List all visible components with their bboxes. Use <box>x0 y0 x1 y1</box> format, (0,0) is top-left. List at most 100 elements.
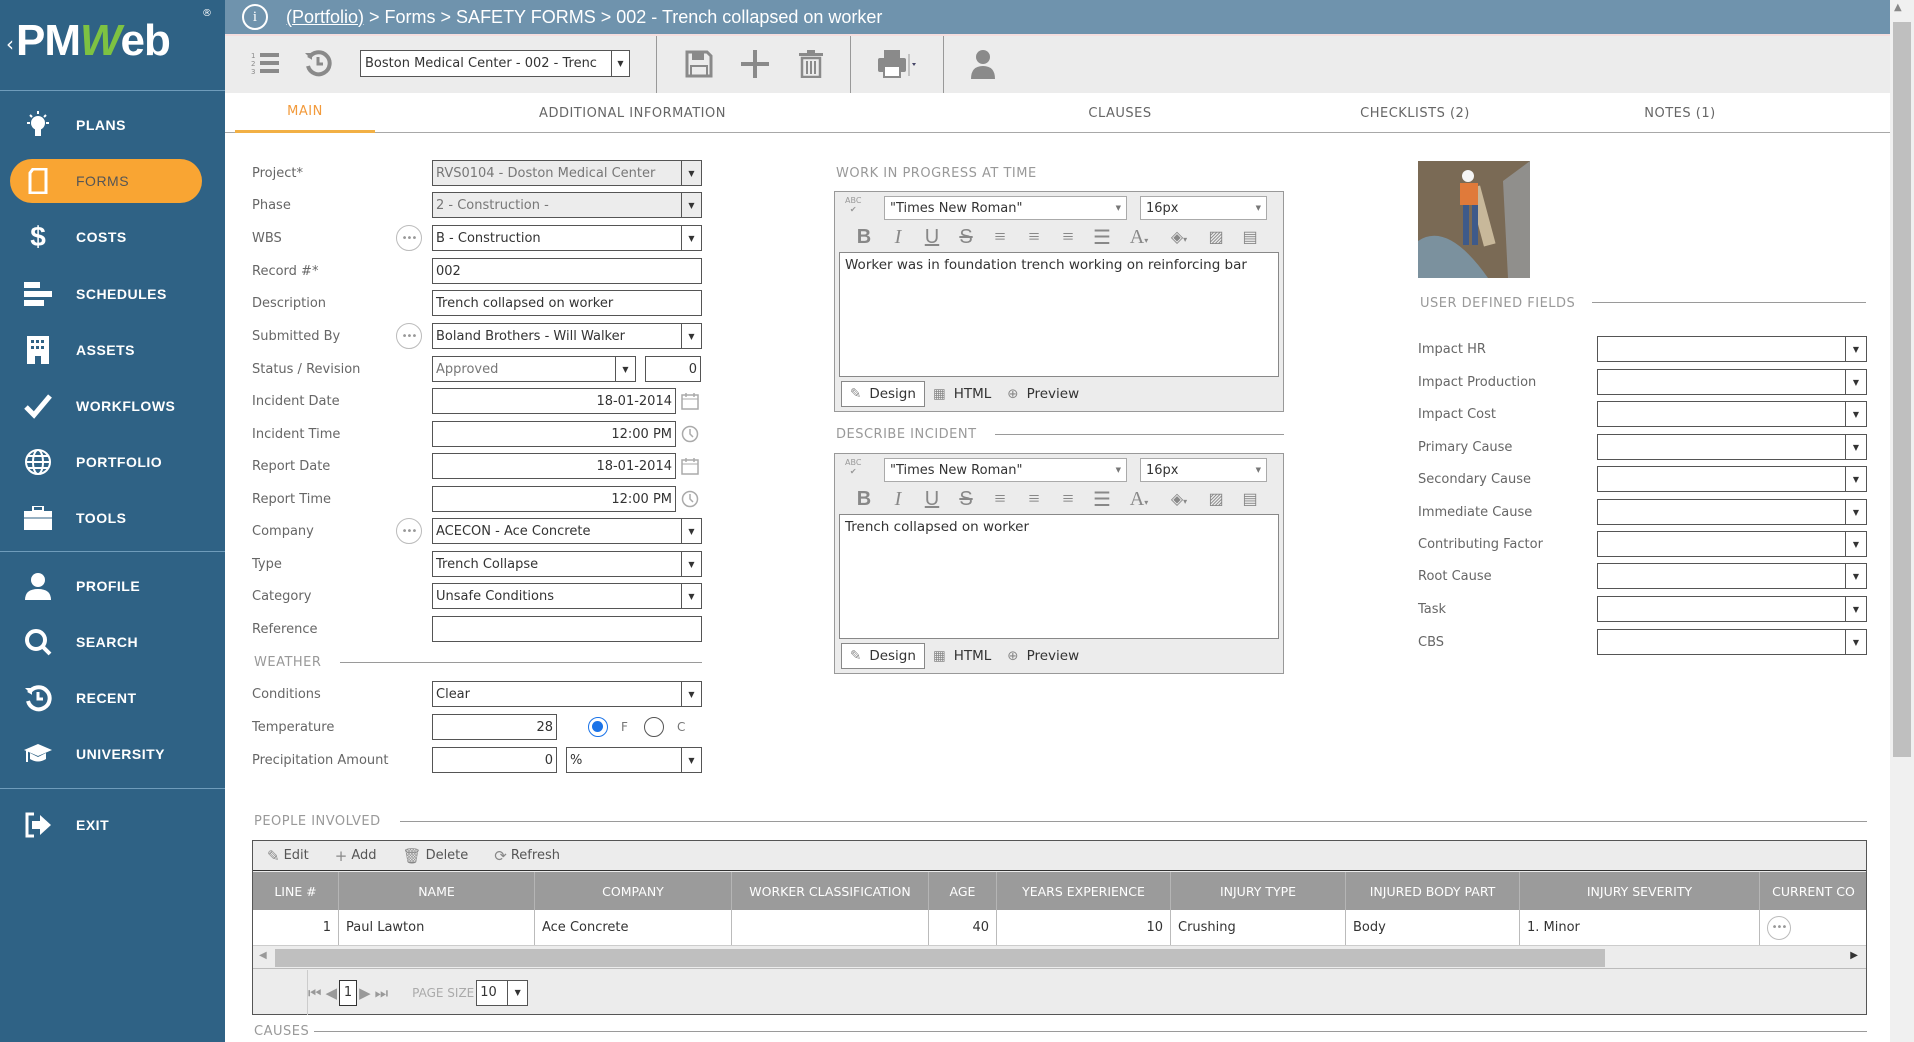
work-in-progress-content[interactable]: Worker was in foundation trench working … <box>839 252 1279 377</box>
chevron-down-icon[interactable]: ▼ <box>1845 402 1866 426</box>
chevron-down-icon[interactable]: ▼ <box>1845 564 1866 588</box>
chevron-down-icon[interactable]: ▼ <box>681 324 701 348</box>
sidebar-item-recent[interactable]: RECENT <box>10 676 202 720</box>
column-header[interactable]: INJURY SEVERITY <box>1520 872 1760 910</box>
record-number-input[interactable]: 002 <box>432 258 702 284</box>
incident-date-input[interactable]: 18-01-2014 <box>432 388 676 414</box>
html-mode-button[interactable]: ▦ HTML <box>925 381 999 407</box>
fill-color-icon[interactable]: ◈▾ <box>1159 489 1199 509</box>
align-right-icon[interactable]: ≡ <box>1051 488 1085 511</box>
scroll-up-icon[interactable]: ▲ <box>1894 2 1902 13</box>
align-left-icon[interactable]: ≡ <box>983 488 1017 511</box>
refresh-button[interactable]: ⟳ Refresh <box>494 847 560 865</box>
fill-color-icon[interactable]: ◈▾ <box>1159 227 1199 247</box>
bold-icon[interactable]: B <box>847 226 881 249</box>
udf-select[interactable]: ▼ <box>1597 336 1867 362</box>
column-header[interactable]: COMPANY <box>535 872 732 910</box>
sidebar-item-exit[interactable]: EXIT <box>10 803 202 847</box>
underline-icon[interactable]: U <box>915 488 949 511</box>
submitted-by-lookup-button[interactable]: ••• <box>396 323 422 349</box>
design-mode-button[interactable]: ✎ Design <box>841 381 925 407</box>
tab-checklists[interactable]: CHECKLISTS (2) <box>1325 93 1505 133</box>
strikethrough-icon[interactable]: S <box>949 226 983 249</box>
pmweb-logo[interactable]: ‹ PMWeb ® <box>6 8 216 78</box>
column-header[interactable]: AGE <box>929 872 997 910</box>
chevron-down-icon[interactable]: ▼ <box>681 682 701 706</box>
udf-select[interactable]: ▼ <box>1597 499 1867 525</box>
temperature-input[interactable]: 28 <box>432 714 557 740</box>
sidebar-item-plans[interactable]: PLANS <box>10 103 202 147</box>
horizontal-scrollbar[interactable]: ◀ ▶ <box>253 947 1866 969</box>
revision-input[interactable]: 0 <box>645 356 701 382</box>
chevron-down-icon[interactable]: ▼ <box>507 980 527 1005</box>
calendar-icon[interactable] <box>680 391 700 411</box>
align-left-icon[interactable]: ≡ <box>983 226 1017 249</box>
chevron-down-icon[interactable]: ▼ <box>681 519 701 543</box>
tab-additional-information[interactable]: ADDITIONAL INFORMATION <box>495 93 770 133</box>
chevron-down-icon[interactable]: ▼ <box>1845 467 1866 491</box>
udf-select[interactable]: ▼ <box>1597 563 1867 589</box>
sidebar-item-costs[interactable]: $ COSTS <box>10 215 202 259</box>
company-lookup-button[interactable]: ••• <box>396 518 422 544</box>
column-header[interactable]: YEARS EXPERIENCE <box>997 872 1171 910</box>
html-mode-button[interactable]: ▦ HTML <box>925 643 999 669</box>
info-icon[interactable]: i <box>242 4 268 30</box>
more-options-button[interactable]: ••• <box>1767 915 1791 940</box>
record-select[interactable]: Boston Medical Center - 002 - Trenc ▼ <box>360 50 630 77</box>
font-size-select[interactable]: 16px ▼ <box>1140 458 1267 482</box>
vertical-scrollbar[interactable]: ▲ <box>1890 0 1914 1042</box>
company-select[interactable]: ACECON - Ace Concrete ▼ <box>432 518 702 544</box>
udf-select[interactable]: ▼ <box>1597 401 1867 427</box>
font-family-select[interactable]: "Times New Roman" ▼ <box>884 196 1127 220</box>
project-select[interactable]: RVS0104 - Doston Medical Center ▼ <box>432 160 702 186</box>
insert-table-icon[interactable]: ▤ <box>1233 489 1267 509</box>
udf-select[interactable]: ▼ <box>1597 434 1867 460</box>
delete-icon[interactable] <box>795 48 827 80</box>
report-date-input[interactable]: 18-01-2014 <box>432 453 676 479</box>
sidebar-item-profile[interactable]: PROFILE <box>10 564 202 608</box>
italic-icon[interactable]: I <box>881 226 915 249</box>
sidebar-item-search[interactable]: SEARCH <box>10 620 202 664</box>
sidebar-item-tools[interactable]: TOOLS <box>10 496 202 540</box>
phase-select[interactable]: 2 - Construction - ▼ <box>432 192 702 218</box>
incident-time-input[interactable]: 12:00 PM <box>432 421 676 447</box>
scrollbar-thumb[interactable] <box>1893 22 1911 757</box>
chevron-down-icon[interactable]: ▼ <box>1845 532 1866 556</box>
italic-icon[interactable]: I <box>881 488 915 511</box>
font-family-select[interactable]: "Times New Roman" ▼ <box>884 458 1127 482</box>
chevron-down-icon[interactable]: ▼ <box>611 51 629 76</box>
type-select[interactable]: Trench Collapse ▼ <box>432 551 702 577</box>
add-button[interactable]: + Add <box>335 847 377 865</box>
next-page-icon[interactable]: ▶ <box>359 984 371 1002</box>
chevron-down-icon[interactable]: ▼ <box>1845 435 1866 459</box>
spellcheck-icon[interactable]: ABC ✔ <box>845 196 861 214</box>
sidebar-item-assets[interactable]: ASSETS <box>10 328 202 372</box>
add-icon[interactable] <box>739 48 771 80</box>
column-header[interactable]: LINE # <box>253 872 339 910</box>
clock-icon[interactable] <box>680 489 700 509</box>
chevron-down-icon[interactable]: ▼ <box>681 161 701 185</box>
column-header[interactable]: INJURY TYPE <box>1171 872 1346 910</box>
breadcrumb-portfolio-link[interactable]: (Portfolio) <box>286 7 364 27</box>
numbered-list-icon[interactable]: 123 <box>250 48 280 78</box>
sidebar-item-university[interactable]: UNIVERSITY <box>10 732 202 776</box>
wbs-lookup-button[interactable]: ••• <box>396 225 422 251</box>
description-input[interactable]: Trench collapsed on worker <box>432 290 702 316</box>
describe-incident-content[interactable]: Trench collapsed on worker <box>839 514 1279 639</box>
sidebar-item-forms[interactable]: FORMS <box>10 159 202 203</box>
precipitation-unit-select[interactable]: % ▼ <box>566 747 702 773</box>
scroll-right-icon[interactable]: ▶ <box>1850 950 1858 961</box>
column-header[interactable]: CURRENT CO <box>1760 872 1866 910</box>
chevron-down-icon[interactable]: ▼ <box>681 226 701 250</box>
reference-input[interactable] <box>432 616 702 642</box>
chevron-down-icon[interactable]: ▼ <box>681 748 701 772</box>
spellcheck-icon[interactable]: ABC ✔ <box>845 458 861 476</box>
prev-page-icon[interactable]: ◀ <box>326 984 338 1002</box>
chevron-down-icon[interactable]: ▼ <box>681 552 701 576</box>
udf-select[interactable]: ▼ <box>1597 596 1867 622</box>
sidebar-item-workflows[interactable]: WORKFLOWS <box>10 384 202 428</box>
attachment-thumbnail[interactable] <box>1418 161 1530 278</box>
chevron-down-icon[interactable]: ▼ <box>1845 597 1866 621</box>
underline-icon[interactable]: U <box>915 226 949 249</box>
scroll-left-icon[interactable]: ◀ <box>259 950 267 961</box>
